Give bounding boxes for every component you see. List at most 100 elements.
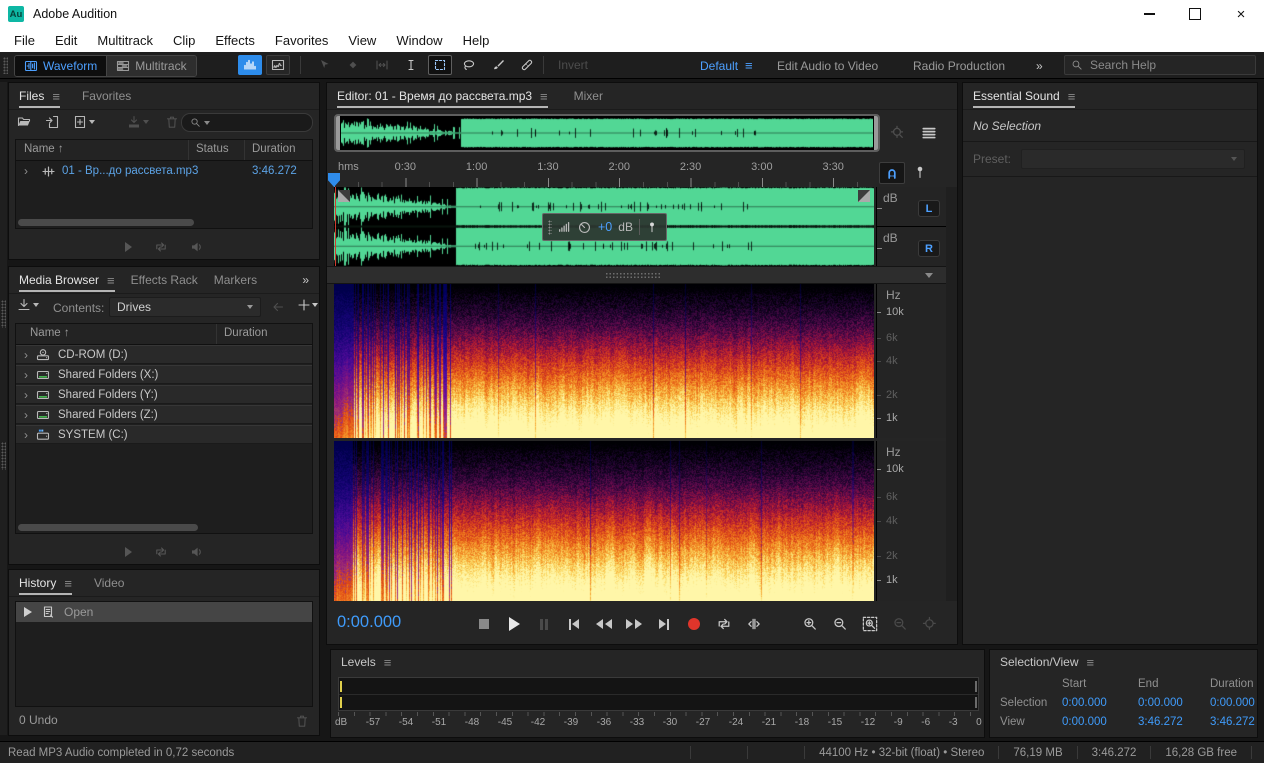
drive-row[interactable]: ›Shared Folders (Y:) xyxy=(16,385,312,404)
media-col-name[interactable]: Name ↑ xyxy=(30,327,70,339)
tab-selection-view[interactable]: Selection/View≡ xyxy=(1000,650,1094,674)
record-button[interactable] xyxy=(682,613,706,635)
time-stretch-tool-button[interactable] xyxy=(370,55,394,75)
right-channel-button[interactable]: R xyxy=(918,240,940,257)
waveform-mode-button[interactable]: Waveform xyxy=(15,56,106,76)
panel-menu-icon[interactable]: ≡ xyxy=(64,576,72,591)
snap-toggle-button[interactable] xyxy=(879,162,905,184)
zoom-reset-button[interactable] xyxy=(918,613,942,635)
panel-menu-icon[interactable]: ≡ xyxy=(384,655,392,670)
add-shortcut-button[interactable] xyxy=(297,298,318,312)
zoom-navigator[interactable] xyxy=(334,114,880,152)
workspace-overflow-chevron[interactable]: » xyxy=(1036,52,1043,79)
loop-preview-button[interactable] xyxy=(154,545,168,559)
tab-markers[interactable]: Markers xyxy=(214,267,257,293)
loop-playback-button[interactable] xyxy=(712,613,736,635)
slip-tool-button[interactable] xyxy=(341,55,365,75)
history-item-open[interactable]: Open xyxy=(16,602,312,622)
expand-chevron-icon[interactable]: › xyxy=(24,388,28,402)
tab-favorites[interactable]: Favorites xyxy=(82,83,131,109)
workspace-radio-production[interactable]: Radio Production xyxy=(913,52,1005,79)
files-col-name[interactable]: Name ↑ xyxy=(24,143,64,155)
menu-help[interactable]: Help xyxy=(453,28,500,52)
hud-gain-value[interactable]: +0 xyxy=(598,220,612,234)
media-import-button[interactable] xyxy=(17,298,39,312)
zoom-in-time-button[interactable] xyxy=(798,613,822,635)
navigator-left-handle[interactable] xyxy=(336,116,340,150)
toolbar-grip[interactable] xyxy=(3,57,8,74)
menu-effects[interactable]: Effects xyxy=(205,28,265,52)
spectrogram-right-channel[interactable] xyxy=(334,441,874,601)
drive-row[interactable]: ›Shared Folders (X:) xyxy=(16,365,312,384)
media-col-duration[interactable]: Duration xyxy=(224,327,267,339)
tab-media-browser[interactable]: Media Browser≡ xyxy=(19,267,115,293)
panel-menu-icon[interactable]: ≡ xyxy=(1068,89,1076,104)
lasso-selection-tool-button[interactable] xyxy=(457,55,481,75)
stop-button[interactable] xyxy=(472,613,496,635)
files-col-duration[interactable]: Duration xyxy=(252,143,295,155)
workspace-edit-audio-to-video[interactable]: Edit Audio to Video xyxy=(777,52,878,79)
close-button[interactable]: × xyxy=(1218,0,1264,28)
files-col-status[interactable]: Status xyxy=(196,143,229,155)
zoom-out-time-button[interactable] xyxy=(828,613,852,635)
level-meter[interactable] xyxy=(338,677,979,711)
expand-chevron-icon[interactable]: › xyxy=(24,428,28,442)
hud-pin-icon[interactable] xyxy=(646,221,658,233)
left-channel-button[interactable]: L xyxy=(918,200,940,217)
tab-history[interactable]: History≡ xyxy=(19,570,72,596)
spectrogram-left-channel[interactable] xyxy=(334,284,874,438)
tab-levels[interactable]: Levels≡ xyxy=(341,650,391,674)
maximize-button[interactable] xyxy=(1172,0,1218,28)
navigator-right-handle[interactable] xyxy=(874,116,878,150)
panel-menu-icon[interactable]: ≡ xyxy=(52,89,60,104)
panel-menu-icon[interactable]: ≡ xyxy=(540,89,548,104)
view-end[interactable]: 3:46.272 xyxy=(1138,716,1210,728)
zoom-out-full-icon[interactable] xyxy=(889,125,905,141)
menu-edit[interactable]: Edit xyxy=(45,28,87,52)
search-help-input[interactable] xyxy=(1088,57,1222,73)
editor-vertical-scrollbar[interactable] xyxy=(946,187,957,601)
file-row[interactable]: › 01 - Вр...до рассвета.mp3 3:46.272 xyxy=(16,161,312,181)
import-file-button[interactable] xyxy=(45,115,59,129)
tab-video[interactable]: Video xyxy=(94,570,124,596)
loop-preview-button[interactable] xyxy=(154,240,168,254)
preview-play-button[interactable] xyxy=(125,242,132,252)
waveform-display[interactable]: +0 dB xyxy=(334,187,874,266)
panel-menu-icon[interactable]: ≡ xyxy=(107,273,115,288)
skip-to-end-button[interactable] xyxy=(652,613,676,635)
divider-grip[interactable] xyxy=(605,272,661,279)
tab-editor[interactable]: Editor: 01 - Время до рассвета.mp3≡ xyxy=(337,83,548,109)
menu-file[interactable]: File xyxy=(4,28,45,52)
tab-files[interactable]: Files≡ xyxy=(19,83,60,109)
divider-collapse-icon[interactable] xyxy=(925,273,933,278)
fade-out-handle[interactable] xyxy=(858,190,870,202)
clear-history-button[interactable] xyxy=(295,714,309,728)
expand-chevron-icon[interactable]: › xyxy=(24,348,28,362)
tab-mixer[interactable]: Mixer xyxy=(574,83,603,109)
back-button[interactable] xyxy=(271,300,285,314)
move-tool-button[interactable] xyxy=(312,55,336,75)
menu-favorites[interactable]: Favorites xyxy=(265,28,338,52)
menu-multitrack[interactable]: Multitrack xyxy=(87,28,163,52)
paintbrush-tool-button[interactable] xyxy=(486,55,510,75)
selection-duration[interactable]: 0:00.000 xyxy=(1210,697,1264,709)
play-button[interactable] xyxy=(502,613,526,635)
view-start[interactable]: 0:00.000 xyxy=(1062,716,1138,728)
preset-dropdown[interactable] xyxy=(1021,149,1245,169)
files-scrollbar[interactable] xyxy=(18,219,194,226)
expand-chevron-icon[interactable]: › xyxy=(24,164,28,178)
panel-menu-icon[interactable]: ≡ xyxy=(1087,655,1095,670)
marker-pin-icon[interactable] xyxy=(913,165,927,179)
tab-effects-rack[interactable]: Effects Rack xyxy=(131,267,198,293)
auto-play-button[interactable] xyxy=(190,240,204,254)
skip-to-start-button[interactable] xyxy=(562,613,586,635)
files-search-box[interactable] xyxy=(181,113,313,132)
menu-view[interactable]: View xyxy=(338,28,386,52)
contents-dropdown[interactable]: Drives xyxy=(109,297,261,317)
selection-start[interactable]: 0:00.000 xyxy=(1062,697,1138,709)
open-file-button[interactable] xyxy=(17,115,31,129)
display-split-divider[interactable] xyxy=(327,266,947,284)
spot-healing-brush-tool-button[interactable] xyxy=(515,55,539,75)
expand-chevron-icon[interactable]: › xyxy=(24,368,28,382)
auto-play-button[interactable] xyxy=(190,545,204,559)
